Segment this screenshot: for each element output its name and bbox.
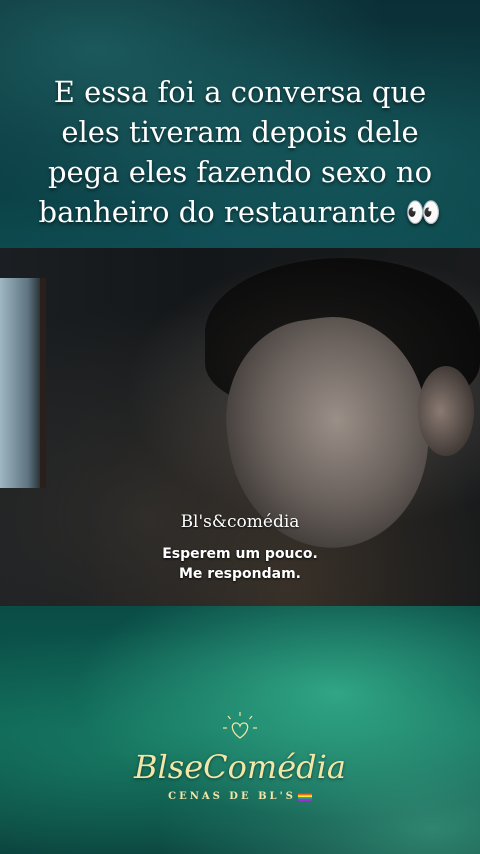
rainbow-flag-icon (297, 792, 312, 801)
logo-title: BlseComédia (134, 748, 346, 786)
headline-line-4: banheiro do restaurante 👀 (38, 195, 442, 229)
headline-line-1: E essa foi a conversa que (53, 75, 427, 109)
person-ear (418, 366, 474, 456)
heart-icon (223, 712, 257, 739)
headline-line-2: eles tiveram depois dele (61, 115, 419, 149)
brand-logo: BlseComédia CENAS DE BL'S (120, 700, 360, 810)
logo-subtitle: CENAS DE BL'S (120, 791, 360, 802)
video-subtitle: Esperem um pouco. Me respondam. (0, 544, 480, 584)
subtitle-line-1: Esperem um pouco. (162, 546, 318, 562)
headline-caption: E essa foi a conversa que eles tiveram d… (0, 72, 480, 232)
headline-line-3: pega eles fazendo sexo no (47, 155, 433, 189)
logo-subtitle-text: CENAS DE BL'S (168, 791, 296, 802)
video-frame: Bl's&comédia Esperem um pouco. Me respon… (0, 248, 480, 606)
video-watermark: Bl's&comédia (180, 512, 300, 532)
subtitle-line-2: Me respondam. (178, 566, 301, 582)
window-light (0, 278, 46, 488)
